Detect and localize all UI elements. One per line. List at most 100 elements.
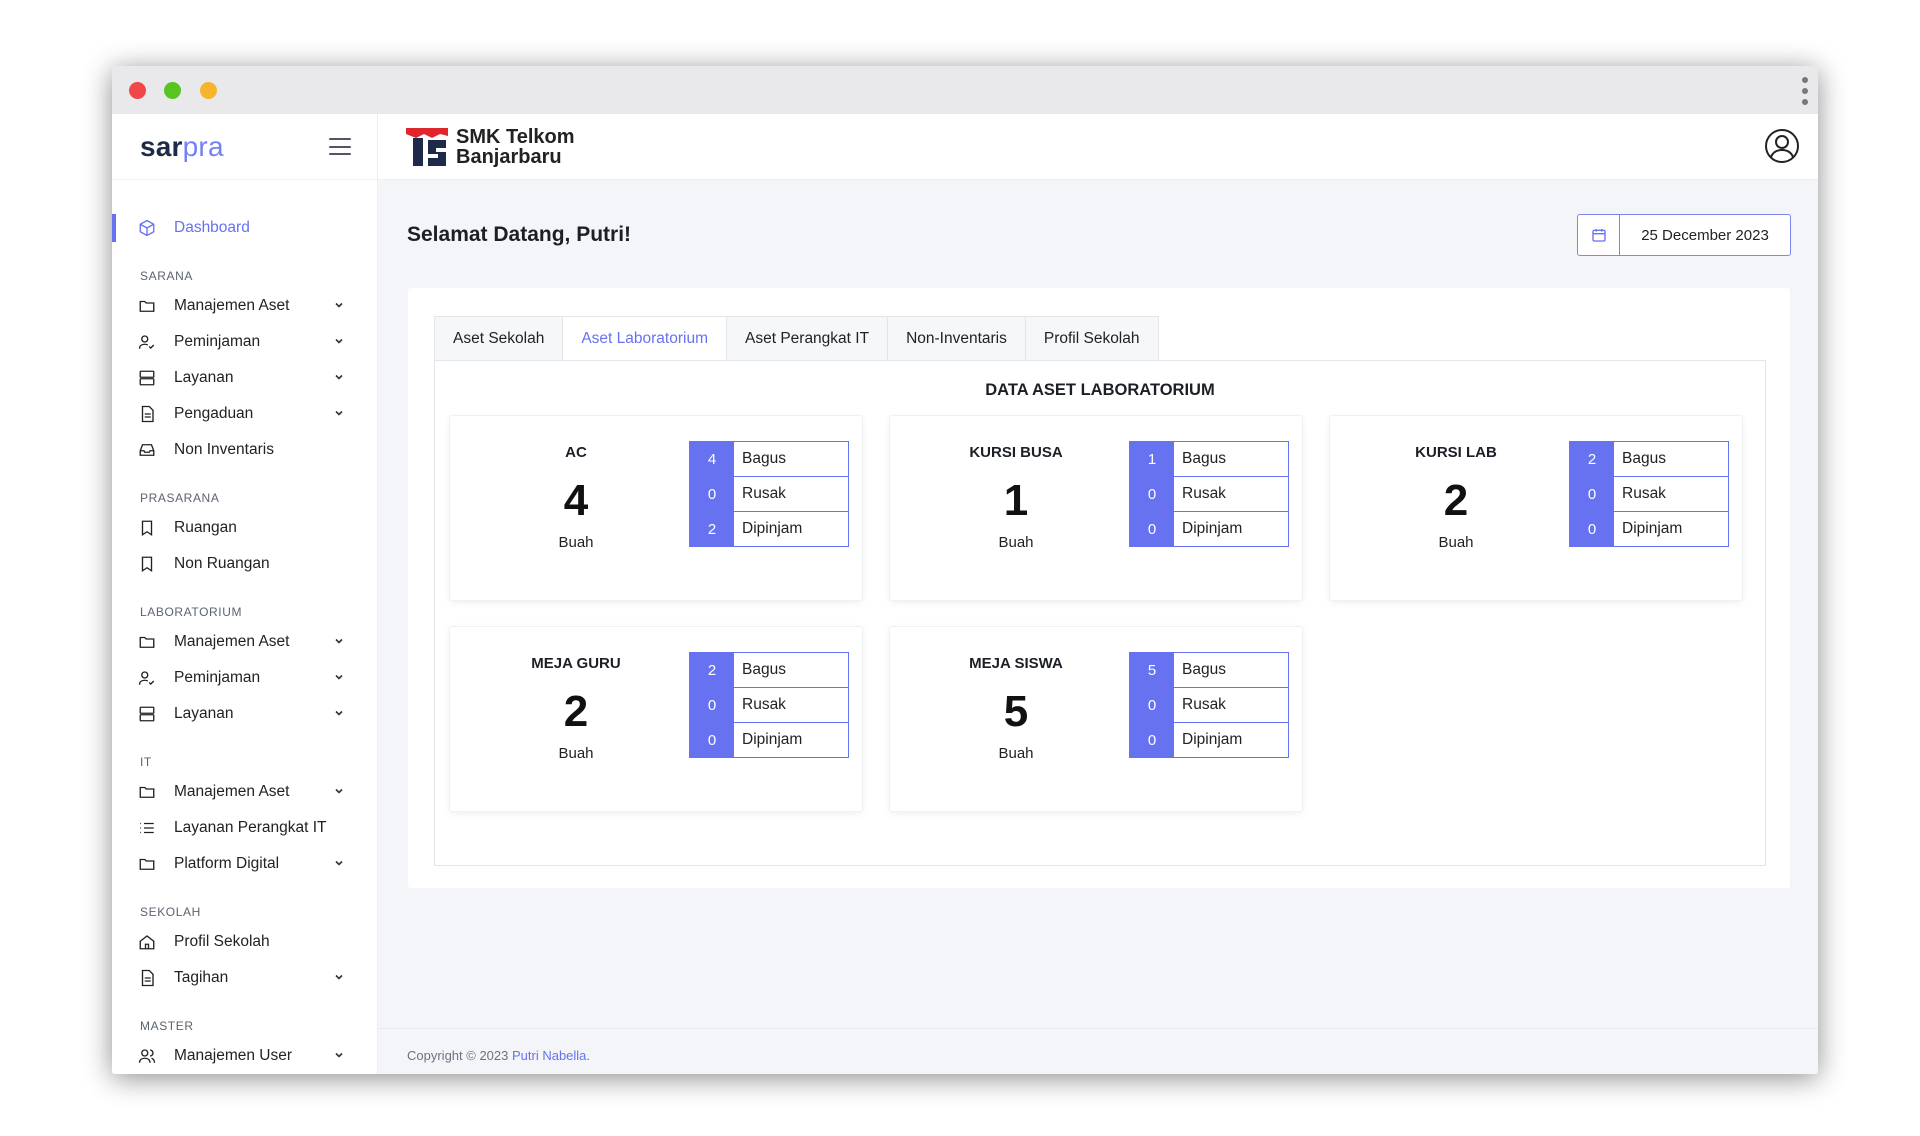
copyright-suffix: . <box>586 1048 591 1063</box>
asset-total: 2 <box>1443 476 1469 525</box>
tab-profil-sekolah[interactable]: Profil Sekolah <box>1024 316 1159 361</box>
stat-borrowed: 0 Dipinjam <box>1129 511 1289 547</box>
asset-unit: Buah <box>998 745 1034 762</box>
sidebar-item-dashboard[interactable]: Dashboard <box>112 210 377 246</box>
copyright-prefix: Copyright © 2023 <box>407 1048 512 1063</box>
browser-window: sarpra Dashboard SARANA Manajemen Aset P… <box>112 66 1818 1074</box>
sidebar-item-manajemen-user[interactable]: Manajemen User <box>112 1038 377 1074</box>
section-sarana: SARANA <box>140 269 193 283</box>
sidebar-item-profil-sekolah[interactable]: Profil Sekolah <box>112 924 377 960</box>
sidebar-item-lab-layanan[interactable]: Layanan <box>112 696 377 732</box>
chevron-down-icon <box>335 710 343 716</box>
user-circle-icon[interactable] <box>1764 128 1800 164</box>
stat-label: Rusak <box>1182 485 1226 502</box>
document-icon <box>141 405 154 423</box>
minimize-window-button[interactable] <box>200 82 217 99</box>
sidebar-item-platform-digital[interactable]: Platform Digital <box>112 846 377 882</box>
sidebar-item-tagihan[interactable]: Tagihan <box>112 960 377 996</box>
stat-good: 2 Bagus <box>689 652 849 688</box>
school-name-line1: SMK Telkom <box>456 126 575 148</box>
calendar-icon <box>1578 215 1620 255</box>
sidebar-item-lab-peminjaman[interactable]: Peminjaman <box>112 660 377 696</box>
sidebar-item-label: Non Inventaris <box>174 441 274 458</box>
asset-total: 1 <box>1003 476 1029 525</box>
section-prasarana: PRASARANA <box>140 491 220 505</box>
tab-aset-perangkat-it[interactable]: Aset Perangkat IT <box>726 316 888 361</box>
sidebar-item-label: Profil Sekolah <box>174 933 270 950</box>
author-link[interactable]: Putri Nabella <box>512 1048 586 1063</box>
stat-label: Dipinjam <box>742 731 803 748</box>
users-icon <box>138 1049 156 1063</box>
chevron-down-icon <box>335 374 343 380</box>
chevron-down-icon <box>335 674 343 680</box>
user-check-icon <box>138 671 155 685</box>
brand-part2: pra <box>182 131 224 162</box>
bookmark-icon <box>141 556 153 573</box>
sidebar-item-non-ruangan[interactable]: Non Ruangan <box>112 546 377 582</box>
section-sekolah: SEKOLAH <box>140 905 201 919</box>
stat-count: 0 <box>1130 688 1174 722</box>
stat-label: Bagus <box>1622 450 1666 467</box>
sidebar-item-sarana-manajemen-aset[interactable]: Manajemen Aset <box>112 288 377 324</box>
stat-label: Bagus <box>742 450 786 467</box>
stat-label: Dipinjam <box>1182 731 1243 748</box>
sidebar-item-layanan-perangkat-it[interactable]: Layanan Perangkat IT <box>112 810 377 846</box>
document-icon <box>141 969 154 987</box>
stat-count: 0 <box>1130 477 1174 511</box>
folder-icon <box>139 858 155 870</box>
stat-broken: 0 Rusak <box>1569 476 1729 512</box>
asset-name: AC <box>565 444 587 461</box>
asset-item: KURSI LAB 2 Buah 2 Bagus 0 Rusak 0 Dipinjam <box>1330 416 1742 600</box>
sidebar-item-sarana-pengaduan[interactable]: Pengaduan <box>112 396 377 432</box>
asset-total: 5 <box>1003 687 1029 736</box>
asset-unit: Buah <box>1438 534 1474 551</box>
tab-non-inventaris[interactable]: Non-Inventaris <box>887 316 1025 361</box>
close-window-button[interactable] <box>129 82 146 99</box>
stat-good: 1 Bagus <box>1129 441 1289 477</box>
sidebar-item-ruangan[interactable]: Ruangan <box>112 510 377 546</box>
stat-broken: 0 Rusak <box>689 476 849 512</box>
date-picker[interactable]: 25 December 2023 <box>1577 214 1791 256</box>
asset-total: 4 <box>563 476 589 525</box>
stat-broken: 0 Rusak <box>1129 687 1289 723</box>
stat-count: 0 <box>1130 723 1174 757</box>
sidebar-item-lab-manajemen-aset[interactable]: Manajemen Aset <box>112 624 377 660</box>
stat-label: Dipinjam <box>1182 520 1243 537</box>
sidebar-item-label: Manajemen Aset <box>174 297 290 314</box>
stat-label: Rusak <box>742 485 786 502</box>
stat-label: Rusak <box>1182 696 1226 713</box>
tab-aset-laboratorium[interactable]: Aset Laboratorium <box>562 316 726 361</box>
brand-part1: sar <box>140 131 183 162</box>
window-titlebar <box>112 66 1818 114</box>
sidebar-item-it-manajemen-aset[interactable]: Manajemen Aset <box>112 774 377 810</box>
tab-aset-sekolah[interactable]: Aset Sekolah <box>434 316 563 361</box>
stat-label: Dipinjam <box>742 520 803 537</box>
section-laboratorium: LABORATORIUM <box>140 605 243 619</box>
asset-name: KURSI LAB <box>1415 444 1497 461</box>
stat-count: 2 <box>1570 442 1614 476</box>
school-logo[interactable]: SMK Telkom Banjarbaru <box>406 126 575 168</box>
sidebar-item-label: Dashboard <box>174 219 250 236</box>
chevron-down-icon <box>335 638 343 644</box>
hamburger-icon[interactable] <box>329 138 351 155</box>
server-icon <box>139 706 155 722</box>
sidebar-item-sarana-layanan[interactable]: Layanan <box>112 360 377 396</box>
window-menu-icon[interactable] <box>1802 77 1808 105</box>
brand-logo[interactable]: sarpra <box>140 131 224 163</box>
chevron-down-icon <box>335 410 343 416</box>
maximize-window-button[interactable] <box>164 82 181 99</box>
sidebar-brand: sarpra <box>112 114 377 180</box>
stat-count: 0 <box>1570 512 1614 546</box>
stat-good: 5 Bagus <box>1129 652 1289 688</box>
sidebar-item-label: Platform Digital <box>174 855 280 872</box>
stat-count: 5 <box>1130 653 1174 687</box>
sidebar-item-label: Layanan <box>174 369 234 386</box>
sidebar-item-label: Tagihan <box>174 969 229 986</box>
sidebar-nav: Dashboard SARANA Manajemen Aset Peminjam… <box>112 180 377 1074</box>
sidebar-item-label: Manajemen User <box>174 1047 293 1064</box>
stat-label: Dipinjam <box>1622 520 1683 537</box>
asset-unit: Buah <box>558 745 594 762</box>
sidebar-item-sarana-peminjaman[interactable]: Peminjaman <box>112 324 377 360</box>
stat-label: Rusak <box>742 696 786 713</box>
sidebar-item-sarana-non-inventaris[interactable]: Non Inventaris <box>112 432 377 468</box>
